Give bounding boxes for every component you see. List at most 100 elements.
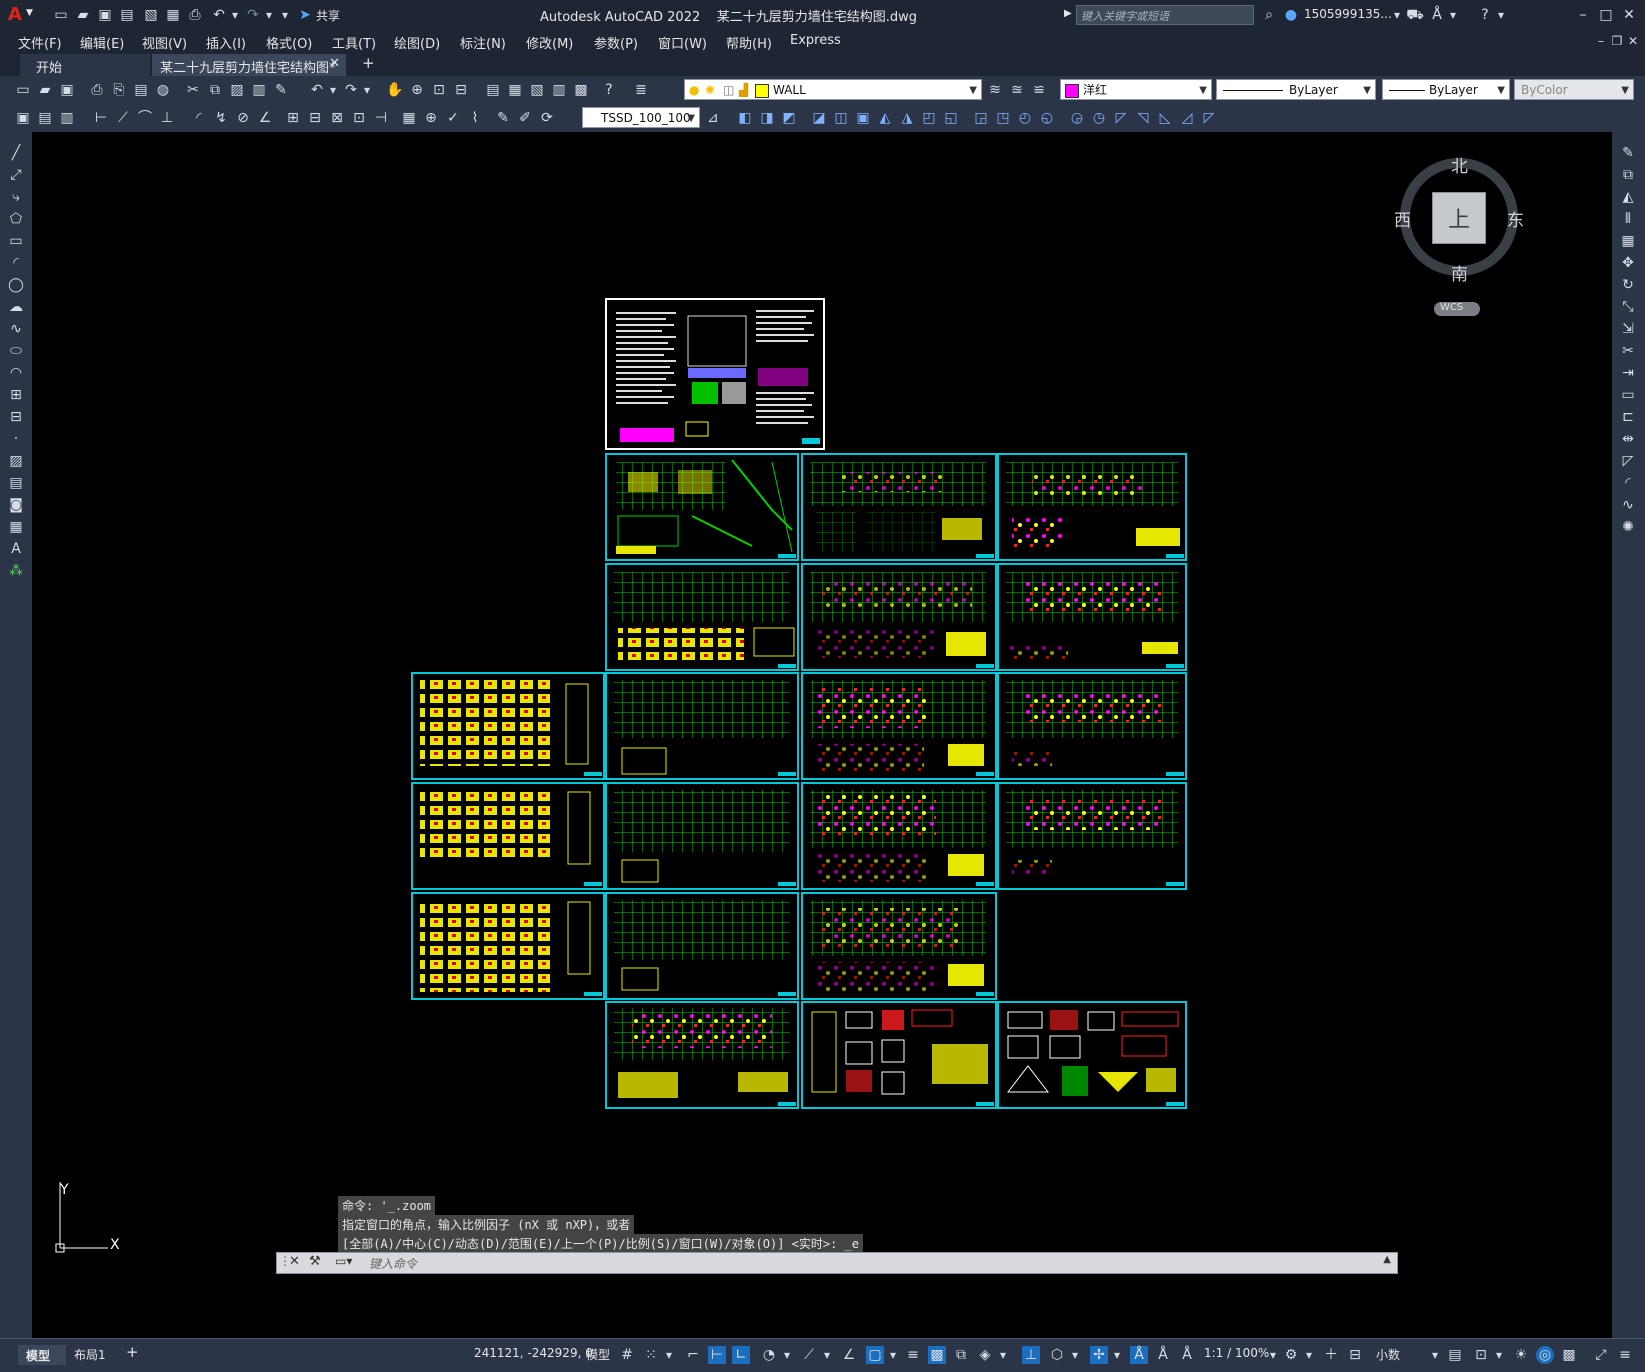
undo-dropdown-icon[interactable]: ▾ xyxy=(226,6,244,24)
tool-palettes-icon[interactable]: ▧ xyxy=(528,81,546,99)
plotstyle-combo[interactable]: ByColor ▼ xyxy=(1514,79,1634,100)
hatch-icon[interactable]: ▨ xyxy=(7,452,25,470)
brush-icon[interactable]: ✎ xyxy=(272,81,290,99)
save-as-icon[interactable]: ▤ xyxy=(118,6,136,24)
modeling-icon-19[interactable]: ◺ xyxy=(1156,109,1174,127)
zoom-realtime-icon[interactable]: ⊕ xyxy=(408,81,426,99)
viewcube-south[interactable]: 南 xyxy=(1451,260,1468,285)
copy-object-icon[interactable]: ⧉ xyxy=(1619,166,1637,184)
customization-icon[interactable]: ≡ xyxy=(1616,1346,1634,1364)
mirror-icon[interactable]: ◭ xyxy=(1619,188,1637,206)
search-expand-icon[interactable]: ▶ xyxy=(1064,8,1072,19)
polygon-icon[interactable]: ⬠ xyxy=(7,210,25,228)
rotate-icon[interactable]: ↻ xyxy=(1619,276,1637,294)
circle-icon[interactable]: ◯ xyxy=(7,276,25,294)
menu-draw[interactable]: 绘图(D) xyxy=(394,33,440,52)
table-icon[interactable]: ▦ xyxy=(7,518,25,536)
snap-dropdown-icon[interactable]: ▾ xyxy=(660,1346,678,1364)
viewcube[interactable]: 上 北 南 西 东 WCS xyxy=(1394,142,1530,316)
save-icon[interactable]: ▣ xyxy=(96,6,114,24)
modeling-icon-17[interactable]: ◸ xyxy=(1112,109,1130,127)
menu-view[interactable]: 视图(V) xyxy=(142,33,187,52)
ortho-icon[interactable]: ∟ xyxy=(732,1346,750,1364)
transparency-icon[interactable]: ▩ xyxy=(928,1346,946,1364)
wcs-menu[interactable]: WCS xyxy=(1434,302,1480,316)
color-combo[interactable]: 洋红 ▼ xyxy=(1060,79,1212,100)
search-input[interactable]: 键入关键字或短语 xyxy=(1076,5,1254,25)
search-icon[interactable]: ⌕ xyxy=(1260,6,1278,24)
menu-help[interactable]: 帮助(H) xyxy=(726,33,772,52)
command-history-toggle-icon[interactable]: ▲ xyxy=(1383,1254,1391,1265)
isodraft-icon[interactable]: ⟋ xyxy=(800,1346,818,1364)
dim-edit-icon[interactable]: ✎ xyxy=(494,109,512,127)
tab-close-icon[interactable]: ✕ xyxy=(329,56,340,71)
modeling-icon-3[interactable]: ◩ xyxy=(780,109,798,127)
move-icon[interactable]: ✥ xyxy=(1619,254,1637,272)
tssd-icon-2[interactable]: ▤ xyxy=(36,109,54,127)
command-line-close-icon[interactable]: ✕ xyxy=(289,1254,300,1269)
command-input[interactable]: 键入命令 xyxy=(369,1255,417,1272)
mtext-icon[interactable]: A xyxy=(7,540,25,558)
save-web-icon[interactable]: ▦ xyxy=(164,6,182,24)
quick-properties-icon[interactable]: ▤ xyxy=(1446,1346,1464,1364)
help-toolbar-icon[interactable]: ? xyxy=(600,81,618,99)
grid-icon[interactable]: # xyxy=(618,1346,636,1364)
graphics-performance-icon[interactable]: ▩ xyxy=(1560,1346,1578,1364)
units-dropdown-icon[interactable]: ▾ xyxy=(1426,1346,1444,1364)
fillet-icon[interactable]: ◜ xyxy=(1619,474,1637,492)
units-icon[interactable]: ⊟ xyxy=(1346,1346,1364,1364)
workspace-gear-icon[interactable]: ⚙ xyxy=(1282,1346,1300,1364)
array-icon[interactable]: ▦ xyxy=(1619,232,1637,250)
tssd-icon-3[interactable]: ▥ xyxy=(58,109,76,127)
point-icon[interactable]: · xyxy=(7,430,25,448)
match-properties-icon[interactable]: ▥ xyxy=(250,81,268,99)
polar-icon[interactable]: ◔ xyxy=(760,1346,778,1364)
modeling-icon-18[interactable]: ◹ xyxy=(1134,109,1152,127)
rectangle-icon[interactable]: ▭ xyxy=(7,232,25,250)
modeling-icon-14[interactable]: ◵ xyxy=(1038,109,1056,127)
web-icon[interactable]: ◍ xyxy=(154,81,172,99)
annotation-monitor-icon[interactable]: ＋ xyxy=(1322,1346,1340,1364)
polar-dropdown-icon[interactable]: ▾ xyxy=(778,1346,796,1364)
minimize-icon[interactable]: – xyxy=(1574,6,1592,24)
menu-express[interactable]: Express xyxy=(790,33,841,48)
close-icon[interactable]: ✕ xyxy=(1620,6,1638,24)
calculator-icon[interactable]: ▩ xyxy=(572,81,590,99)
dimstyle-combo[interactable]: TSSD_100_100 ▼ xyxy=(582,107,700,128)
cut-icon[interactable]: ✂ xyxy=(184,81,202,99)
isolate-objects-icon[interactable]: ☀ xyxy=(1512,1346,1530,1364)
dynamic-input-icon[interactable]: ⊢ xyxy=(708,1346,726,1364)
user-icon[interactable]: ● xyxy=(1282,6,1300,24)
share-icon[interactable]: ➤ xyxy=(296,6,314,24)
jogged-linear-icon[interactable]: ⌇ xyxy=(466,109,484,127)
tab-model[interactable]: 模型 xyxy=(18,1345,66,1365)
infer-constraints-icon[interactable]: ⌐ xyxy=(684,1346,702,1364)
object-snap-icon[interactable]: ▢ xyxy=(866,1346,884,1364)
menu-file[interactable]: 文件(F) xyxy=(18,33,62,52)
tssd-icon-1[interactable]: ▣ xyxy=(14,109,32,127)
menu-edit[interactable]: 编辑(E) xyxy=(80,33,124,52)
maximize-icon[interactable]: □ xyxy=(1597,6,1615,24)
selection-filter-dropdown-icon[interactable]: ▾ xyxy=(1066,1346,1084,1364)
open-icon[interactable]: ▰ xyxy=(36,81,54,99)
break-dim-icon[interactable]: ⊣ xyxy=(372,109,390,127)
gizmo-icon[interactable]: ✢ xyxy=(1090,1346,1108,1364)
join-icon[interactable]: ⇹ xyxy=(1619,430,1637,448)
inspect-icon[interactable]: ✓ xyxy=(444,109,462,127)
viewcube-east[interactable]: 东 xyxy=(1507,206,1524,231)
new-file-icon[interactable]: ▭ xyxy=(52,6,70,24)
menu-parametric[interactable]: 参数(P) xyxy=(594,33,638,52)
properties-icon[interactable]: ▤ xyxy=(484,81,502,99)
modeling-icon-5[interactable]: ◫ xyxy=(832,109,850,127)
share-label[interactable]: 共享 xyxy=(316,7,340,24)
workspace-dropdown-icon[interactable]: ▾ xyxy=(1300,1346,1318,1364)
dynamic-ucs-icon[interactable]: ⊥ xyxy=(1022,1346,1040,1364)
lock-ui-icon[interactable]: ⊡ xyxy=(1472,1346,1490,1364)
insert-block-icon[interactable]: ⊞ xyxy=(7,386,25,404)
angular-dim-icon[interactable]: ∠ xyxy=(256,109,274,127)
command-prompt-icon[interactable]: ▭▾ xyxy=(335,1254,352,1268)
undo-toolbar-dropdown-icon[interactable]: ▾ xyxy=(324,81,342,99)
blend-curves-icon[interactable]: ∿ xyxy=(1619,496,1637,514)
publish-icon[interactable]: ▤ xyxy=(132,81,150,99)
viewcube-west[interactable]: 西 xyxy=(1394,206,1411,231)
